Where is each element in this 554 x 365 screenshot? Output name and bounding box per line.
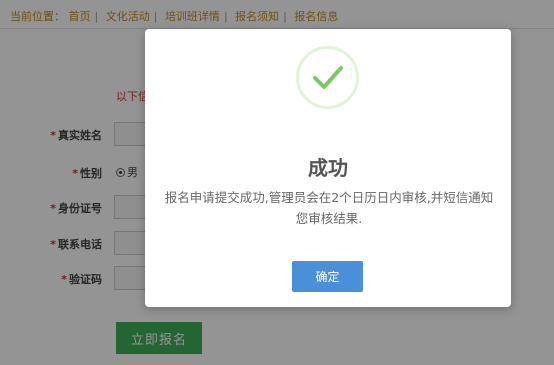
confirm-button[interactable]: 确定	[292, 261, 363, 292]
dialog-message: 报名申请提交成功,管理员会在2个日历日内审核,并短信通知您审核结果.	[164, 190, 494, 226]
dialog-title: 成功	[308, 156, 348, 180]
success-dialog: 成功 报名申请提交成功,管理员会在2个日历日内审核,并短信通知您审核结果. 确定	[145, 29, 511, 307]
success-icon	[296, 46, 359, 109]
checkmark-icon	[313, 66, 343, 89]
